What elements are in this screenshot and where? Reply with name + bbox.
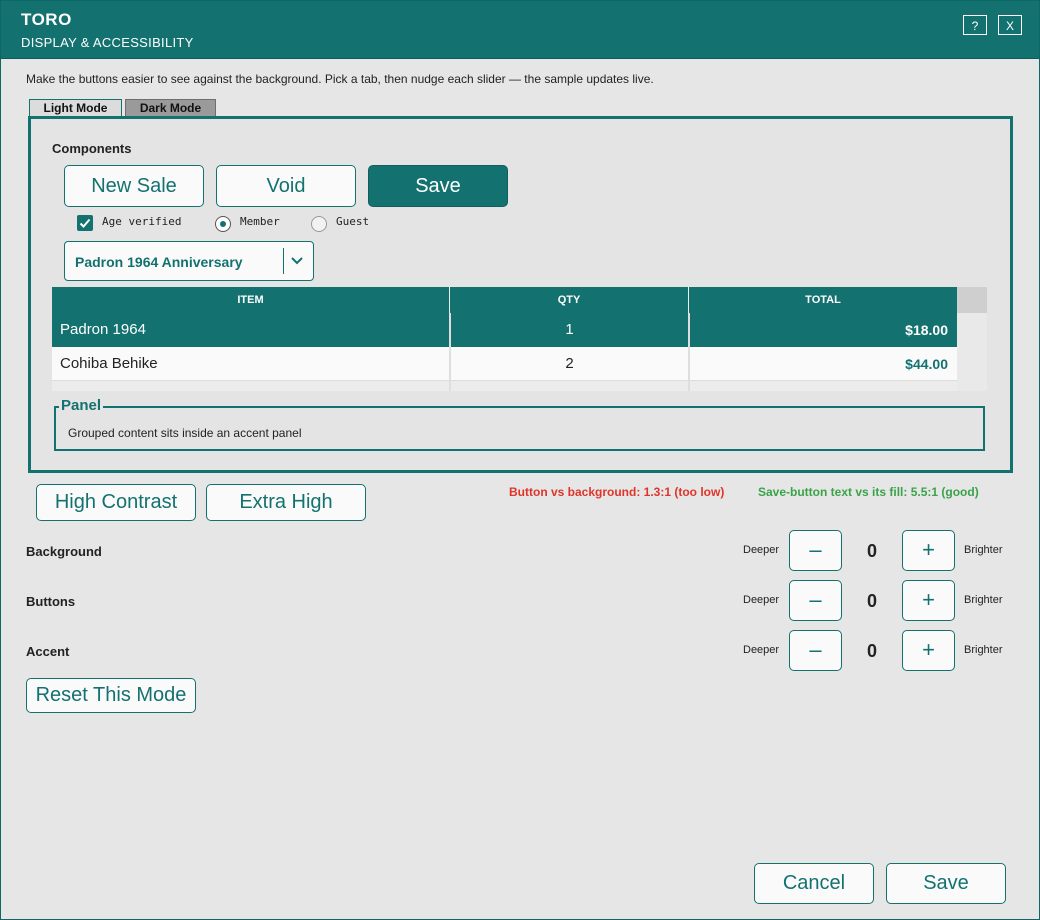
- new-sale-button[interactable]: New Sale: [64, 165, 204, 207]
- dialog-subtitle: DISPLAY & ACCESSIBILITY: [21, 35, 194, 50]
- cancel-button[interactable]: Cancel: [754, 863, 874, 904]
- sample-save-button[interactable]: Save: [368, 165, 508, 207]
- product-select-value: Padron 1964 Anniversary: [75, 254, 243, 270]
- app-title: TORO: [21, 10, 72, 29]
- buttons-minus-button[interactable]: –: [789, 580, 842, 621]
- accent-deeper-label: Deeper: [743, 644, 780, 656]
- table-scrollbar-header: [957, 287, 987, 313]
- high-contrast-button[interactable]: High Contrast: [36, 484, 196, 521]
- void-button[interactable]: Void: [216, 165, 356, 207]
- table-scrollbar[interactable]: [957, 313, 987, 391]
- tab-light-mode[interactable]: Light Mode: [29, 99, 122, 116]
- components-heading: Components: [52, 141, 132, 156]
- background-plus-button[interactable]: +: [902, 530, 955, 571]
- product-select[interactable]: Padron 1964 Anniversary: [64, 241, 314, 281]
- accent-value: 0: [866, 641, 877, 661]
- buttons-deeper-label: Deeper: [743, 594, 780, 606]
- age-verified-checkbox[interactable]: [77, 215, 93, 231]
- chevron-down-icon: [291, 257, 303, 265]
- background-minus-button[interactable]: –: [789, 530, 842, 571]
- panel-legend: Panel: [59, 397, 104, 414]
- title-bar: TORO DISPLAY & ACCESSIBILITY ? X: [1, 1, 1039, 59]
- close-button[interactable]: X: [998, 15, 1022, 35]
- cell-qty: 2: [451, 347, 688, 381]
- cell-item: Cohiba Behike: [52, 347, 449, 381]
- intro-text: Make the buttons easier to see against t…: [26, 72, 654, 86]
- cell-item: Padron 1964: [52, 313, 449, 347]
- column-divider: [449, 313, 451, 391]
- help-button[interactable]: ?: [963, 15, 987, 35]
- background-brighter-label: Brighter: [964, 544, 1003, 556]
- background-deeper-label: Deeper: [743, 544, 780, 556]
- column-header-qty[interactable]: QTY: [450, 287, 688, 313]
- background-slider-label: Background: [26, 544, 102, 559]
- cell-qty: 1: [451, 313, 688, 347]
- column-header-total[interactable]: TOTAL: [689, 287, 957, 313]
- buttons-slider-label: Buttons: [26, 594, 76, 609]
- checkmark-icon: [79, 218, 91, 228]
- contrast-good: Save-button text vs its fill: 5.5:1 (goo…: [758, 485, 979, 499]
- cell-total: $18.00: [690, 313, 957, 347]
- accent-plus-button[interactable]: +: [902, 630, 955, 671]
- buttons-value: 0: [866, 591, 877, 611]
- cell-total: $44.00: [690, 347, 957, 381]
- contrast-warning: Button vs background: 1.3:1 (too low): [509, 485, 725, 499]
- buttons-plus-button[interactable]: +: [902, 580, 955, 621]
- column-header-item[interactable]: ITEM: [52, 287, 449, 313]
- buttons-brighter-label: Brighter: [964, 594, 1003, 606]
- member-radio[interactable]: [215, 216, 231, 232]
- guest-radio[interactable]: [311, 216, 327, 232]
- select-divider: [283, 248, 284, 274]
- column-divider: [688, 313, 690, 391]
- extra-high-button[interactable]: Extra High: [206, 484, 366, 521]
- accent-minus-button[interactable]: –: [789, 630, 842, 671]
- accent-brighter-label: Brighter: [964, 644, 1003, 656]
- background-value: 0: [866, 541, 877, 561]
- panel-text: Grouped content sits inside an accent pa…: [68, 426, 302, 440]
- reset-mode-button[interactable]: Reset This Mode: [26, 678, 196, 713]
- tab-dark-mode[interactable]: Dark Mode: [125, 99, 216, 116]
- guest-radio-label: Guest: [336, 215, 370, 228]
- member-radio-label: Member: [240, 215, 280, 228]
- accent-slider-label: Accent: [26, 644, 70, 659]
- age-verified-label: Age verified: [102, 215, 182, 228]
- save-button[interactable]: Save: [886, 863, 1006, 904]
